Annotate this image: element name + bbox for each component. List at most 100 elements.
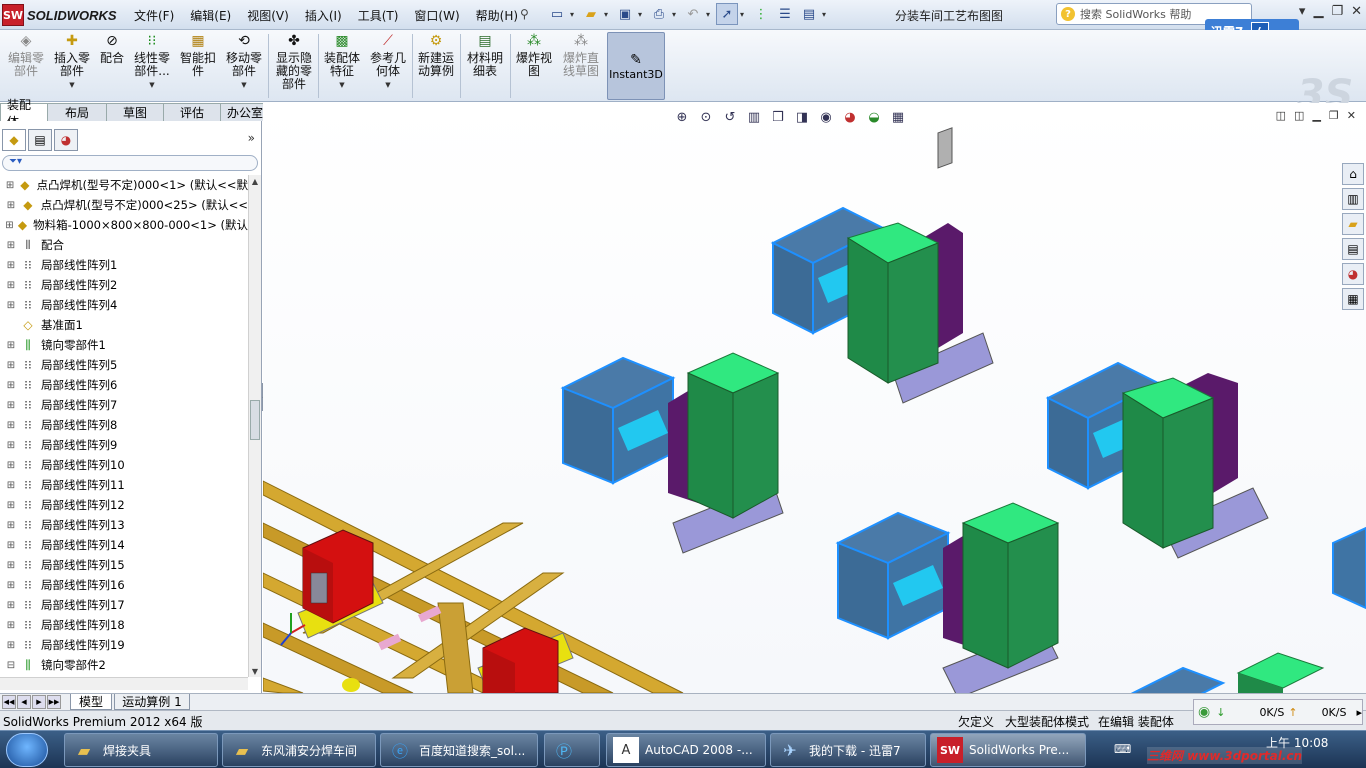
scroll-up-icon[interactable]: ▲ bbox=[249, 175, 261, 187]
tab-evaluate[interactable]: 评估 bbox=[163, 103, 221, 121]
new-document-icon[interactable]: ▭ bbox=[546, 3, 568, 25]
view-palette-icon[interactable]: ▤ bbox=[1342, 238, 1364, 260]
expand-icon[interactable]: ⊞ bbox=[5, 359, 17, 371]
tree-item[interactable]: ⊞ ⁝⁝ 局部线性阵列14 bbox=[0, 535, 248, 555]
tree-item[interactable]: ⊞ ⁝⁝ 局部线性阵列9 bbox=[0, 435, 248, 455]
menu-insert[interactable]: 插入(I) bbox=[297, 3, 350, 28]
bill-of-materials-button[interactable]: ▤ 材料明 细表 bbox=[462, 32, 508, 100]
expand-icon[interactable]: ⊞ bbox=[5, 259, 17, 271]
expand-icon[interactable]: ⊞ bbox=[5, 219, 14, 231]
rebuild-traffic-light-icon[interactable]: ⋮ bbox=[750, 3, 772, 25]
help-arrow-icon[interactable]: ▾ bbox=[1299, 4, 1306, 19]
print-dropdown-icon[interactable]: ▾ bbox=[672, 3, 680, 25]
smart-fasteners-button[interactable]: ▦ 智能扣 件 bbox=[176, 32, 220, 100]
taskbar-item-active[interactable]: SW SolidWorks Pre... bbox=[930, 733, 1086, 767]
taskbar-item[interactable]: ▰ 焊接夹具 bbox=[64, 733, 218, 767]
expand-panel-icon[interactable]: » bbox=[248, 131, 255, 145]
file-explorer-icon[interactable]: ▰ bbox=[1342, 213, 1364, 235]
dropdown-arrow-icon[interactable]: ▼ bbox=[339, 79, 344, 92]
edit-component-button[interactable]: ◈ 编辑零 部件 bbox=[4, 32, 48, 100]
tree-item[interactable]: ⊞ ⁝⁝ 局部线性阵列12 bbox=[0, 495, 248, 515]
menu-window[interactable]: 窗口(W) bbox=[406, 3, 467, 28]
tree-item[interactable]: ◇ 基准面1 bbox=[0, 315, 248, 335]
menu-edit[interactable]: 编辑(E) bbox=[182, 3, 239, 28]
show-hidden-components-button[interactable]: ✤ 显示隐 藏的零 部件 bbox=[272, 32, 316, 100]
expand-icon[interactable]: ⊟ bbox=[5, 659, 17, 671]
expand-icon[interactable]: ⊞ bbox=[5, 399, 17, 411]
expand-icon[interactable]: ⊞ bbox=[5, 459, 17, 471]
taskbar-item[interactable]: Ⓟ bbox=[544, 733, 600, 767]
viewport-minimize-icon[interactable]: ▁ bbox=[1312, 109, 1320, 122]
assembly-features-button[interactable]: ▩ 装配体 特征 ▼ bbox=[320, 32, 364, 100]
expand-monitor-icon[interactable]: ▸ bbox=[1356, 706, 1362, 719]
select-dropdown-icon[interactable]: ▾ bbox=[740, 3, 748, 25]
save-dropdown-icon[interactable]: ▾ bbox=[638, 3, 646, 25]
taskbar-item[interactable]: A AutoCAD 2008 -... bbox=[606, 733, 766, 767]
minimize-icon[interactable]: ▁ bbox=[1313, 4, 1323, 19]
expand-icon[interactable]: ⊞ bbox=[5, 179, 15, 191]
keyboard-icon[interactable]: ⌨ bbox=[1114, 742, 1131, 756]
instant3d-button[interactable]: ✎ Instant3D bbox=[607, 32, 665, 100]
new-dropdown-icon[interactable]: ▾ bbox=[570, 3, 578, 25]
edit-appearance-icon[interactable]: ◕ bbox=[841, 108, 859, 126]
previous-view-icon[interactable]: ↺ bbox=[721, 108, 739, 126]
appearances-icon[interactable]: ◕ bbox=[1342, 263, 1364, 285]
expand-icon[interactable]: ⊞ bbox=[5, 199, 17, 211]
zoom-to-area-icon[interactable]: ⊙ bbox=[697, 108, 715, 126]
scroll-thumb[interactable] bbox=[250, 400, 260, 440]
taskbar-item[interactable]: ⓔ 百度知道搜索_sol... bbox=[380, 733, 538, 767]
expand-icon[interactable]: ⊞ bbox=[5, 519, 17, 531]
options-dropdown-icon[interactable]: ▾ bbox=[822, 3, 830, 25]
expand-icon[interactable]: ⊞ bbox=[5, 379, 17, 391]
tree-item[interactable]: ⊞ ⁝⁝ 局部线性阵列15 bbox=[0, 555, 248, 575]
open-dropdown-icon[interactable]: ▾ bbox=[604, 3, 612, 25]
tree-item[interactable]: ⊞ ⁝⁝ 局部线性阵列18 bbox=[0, 615, 248, 635]
dropdown-arrow-icon[interactable]: ▼ bbox=[149, 79, 154, 92]
options-icon[interactable]: ▤ bbox=[798, 3, 820, 25]
split-view-2-icon[interactable]: ◫ bbox=[1294, 109, 1304, 122]
expand-icon[interactable]: ⊞ bbox=[5, 419, 17, 431]
graphics-area[interactable]: ⊕ ⊙ ↺ ▥ ❒ ◨ ◉ ◕ ◒ ▦ ◫ ◫ ▁ ❐ ✕ ⌂ ▥ ▰ ▤ ◕ … bbox=[263, 103, 1366, 693]
custom-properties-icon[interactable]: ▦ bbox=[1342, 288, 1364, 310]
tree-item[interactable]: ⊞ ⁝⁝ 局部线性阵列19 bbox=[0, 635, 248, 655]
viewport-restore-icon[interactable]: ❐ bbox=[1329, 109, 1339, 122]
mate-button[interactable]: ⊘ 配合 bbox=[96, 32, 128, 100]
tree-item[interactable]: ⊟ ⫼ 镜向零部件2 bbox=[0, 655, 248, 675]
dropdown-arrow-icon[interactable]: ▼ bbox=[241, 79, 246, 92]
network-speed-monitor[interactable]: ◉ ↓ 0K/S ↑ 0K/S ▸ bbox=[1193, 699, 1363, 725]
prev-tab-icon[interactable]: ◀ bbox=[17, 695, 31, 709]
tree-item[interactable]: ⊞ ◆ 点凸焊机(型号不定)000<25> (默认<< bbox=[0, 195, 248, 215]
view-settings-icon[interactable]: ▦ bbox=[889, 108, 907, 126]
expand-icon[interactable]: ⊞ bbox=[5, 439, 17, 451]
open-folder-icon[interactable]: ▰ bbox=[580, 3, 602, 25]
tree-item[interactable]: ⊞ ⁝⁝ 局部线性阵列11 bbox=[0, 475, 248, 495]
first-tab-icon[interactable]: ◀◀ bbox=[2, 695, 16, 709]
solidworks-resources-icon[interactable]: ⌂ bbox=[1342, 163, 1364, 185]
dropdown-arrow-icon[interactable]: ▼ bbox=[69, 79, 74, 92]
tree-filter[interactable]: ⏷▾ bbox=[2, 155, 258, 171]
print-icon[interactable]: ⎙ bbox=[648, 3, 670, 25]
display-style-icon[interactable]: ◨ bbox=[793, 108, 811, 126]
tree-item[interactable]: ⊞ ⁝⁝ 局部线性阵列6 bbox=[0, 375, 248, 395]
new-motion-study-button[interactable]: ⚙ 新建运 动算例 bbox=[414, 32, 458, 100]
tree-item[interactable]: ⊞ ⁝⁝ 局部线性阵列13 bbox=[0, 515, 248, 535]
tree-item[interactable]: ⊞ ◆ 点凸焊机(型号不定)000<1> (默认<<默 bbox=[0, 175, 248, 195]
expand-icon[interactable]: ⊞ bbox=[5, 279, 17, 291]
tree-item[interactable]: ⊞ ⁝⁝ 局部线性阵列8 bbox=[0, 415, 248, 435]
section-view-icon[interactable]: ▥ bbox=[745, 108, 763, 126]
tree-vertical-scrollbar[interactable]: ▲ ▼ bbox=[248, 175, 261, 677]
display-manager-tab-icon[interactable]: ◕ bbox=[54, 129, 78, 151]
exploded-view-button[interactable]: ⁂ 爆炸视 图 bbox=[512, 32, 556, 100]
expand-icon[interactable]: ⊞ bbox=[5, 339, 17, 351]
taskbar-item[interactable]: ✈ 我的下载 - 迅雷7 bbox=[770, 733, 926, 767]
expand-icon[interactable]: ⊞ bbox=[5, 479, 17, 491]
expand-icon[interactable] bbox=[5, 319, 17, 331]
explode-line-sketch-button[interactable]: ⁂ 爆炸直 线草图 bbox=[558, 32, 604, 100]
start-button[interactable] bbox=[6, 733, 48, 767]
tab-model[interactable]: 模型 bbox=[70, 694, 112, 710]
expand-icon[interactable]: ⊞ bbox=[5, 299, 17, 311]
design-library-icon[interactable]: ▥ bbox=[1342, 188, 1364, 210]
feature-manager-tab-icon[interactable]: ◆ bbox=[2, 129, 26, 151]
tab-sketch[interactable]: 草图 bbox=[106, 103, 164, 121]
reference-geometry-button[interactable]: ⟋ 参考几 何体 ▼ bbox=[366, 32, 410, 100]
